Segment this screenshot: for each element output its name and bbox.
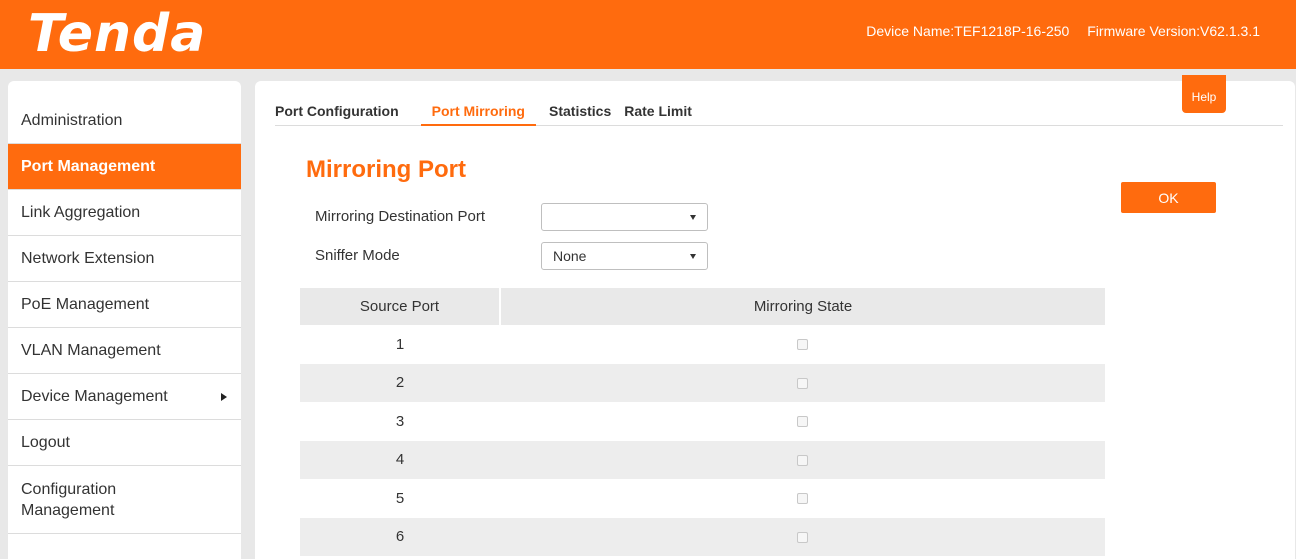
sidebar-item-label: Device Management (21, 387, 168, 405)
table-header-row: Source Port Mirroring State (300, 288, 1105, 325)
mirroring-checkbox[interactable] (797, 377, 808, 389)
top-header: Tenda Device Name:TEF1218P-16-250 Firmwa… (0, 0, 1296, 69)
mirroring-table: Source Port Mirroring State 1 2 3 4 5 6 (300, 288, 1105, 556)
ok-button[interactable]: OK (1121, 182, 1216, 213)
sidebar-item-label: Logout (21, 433, 70, 451)
tab-port-configuration[interactable]: Port Configuration (275, 99, 410, 126)
sidebar: Administration Port Management Link Aggr… (8, 81, 241, 559)
header-source-port: Source Port (300, 288, 501, 325)
source-port-cell: 3 (395, 412, 405, 430)
tab-statistics[interactable]: Statistics (549, 99, 622, 126)
mirroring-state-cell (500, 440, 1105, 479)
sidebar-item-label: Configuration Management (21, 480, 117, 519)
device-name: Device Name:TEF1218P-16-250 (866, 23, 1070, 39)
source-port-cell: 4 (300, 440, 500, 479)
sidebar-item-label: Administration (21, 112, 123, 129)
destination-port-select[interactable] (541, 203, 708, 231)
sidebar-item-label: PoE Management (21, 295, 150, 313)
tab-port-mirroring[interactable]: Port Mirroring (420, 99, 536, 126)
tab-bar: Port Configuration Port Mirroring Statis… (275, 99, 1283, 126)
mirroring-checkbox[interactable] (797, 531, 808, 543)
tab-rate-limit[interactable]: Rate Limit (624, 99, 703, 126)
tenda-logo: Tenda (28, 4, 207, 64)
table-row: 4 (300, 440, 1105, 479)
page-title: Mirroring Port (306, 156, 466, 183)
mirroring-state-cell (500, 517, 1105, 556)
mirroring-state-cell (500, 363, 1105, 402)
mirroring-state-cell (500, 479, 1105, 518)
sidebar-item-port-management[interactable]: Port Management (8, 144, 241, 190)
sidebar-item-poe-management[interactable]: PoE Management (8, 282, 241, 328)
table-row: 1 (300, 325, 1105, 364)
firmware-version: Firmware Version:V62.1.3.1 (1087, 23, 1260, 39)
sidebar-item-network-extension[interactable]: Network Extension (8, 236, 241, 282)
sidebar-item-link-aggregation[interactable]: Link Aggregation (8, 190, 241, 236)
table-row: 6 (300, 517, 1105, 556)
sidebar-item-vlan-management[interactable]: VLAN Management (8, 328, 241, 374)
device-info: Device Name:TEF1218P-16-250 Firmware Ver… (852, 22, 1260, 40)
dropdown-arrow-icon (690, 215, 696, 220)
mirroring-checkbox[interactable] (797, 416, 808, 428)
mirroring-state-cell (500, 325, 1105, 364)
sniffer-mode-label: Sniffer Mode (315, 247, 400, 264)
dropdown-arrow-icon (690, 254, 696, 259)
header-mirroring-state: Mirroring State (500, 288, 1105, 325)
table-row: 5 (300, 479, 1105, 518)
table-row: 2 (300, 363, 1105, 402)
source-port-cell: 1 (395, 335, 405, 353)
mirroring-checkbox[interactable] (797, 454, 808, 466)
sniffer-mode-select[interactable]: None (541, 242, 708, 270)
sidebar-item-administration[interactable]: Administration (8, 81, 241, 144)
sidebar-item-label: Network Extension (21, 249, 155, 267)
main-panel: Port Configuration Port Mirroring Statis… (255, 75, 1295, 559)
sniffer-mode-value: None (553, 248, 587, 264)
mirroring-checkbox[interactable] (797, 493, 808, 505)
destination-port-label: Mirroring Destination Port (315, 208, 486, 225)
mirroring-state-cell (500, 402, 1105, 441)
source-port-cell: 6 (300, 517, 500, 556)
sidebar-item-label: Port Management (21, 157, 156, 175)
sidebar-item-label: Link Aggregation (21, 203, 141, 221)
source-port-cell: 2 (300, 363, 500, 402)
source-port-cell: 5 (395, 489, 405, 507)
sidebar-item-label: VLAN Management (21, 341, 161, 359)
mirroring-checkbox[interactable] (797, 339, 808, 351)
sidebar-item-device-management[interactable]: Device Management (8, 374, 241, 420)
table-row: 3 (300, 402, 1105, 441)
submenu-arrow-icon (221, 393, 227, 401)
help-button[interactable]: Help (1182, 75, 1226, 113)
sidebar-item-logout[interactable]: Logout (8, 420, 241, 466)
sidebar-item-configuration-management[interactable]: Configuration Management (8, 466, 241, 534)
